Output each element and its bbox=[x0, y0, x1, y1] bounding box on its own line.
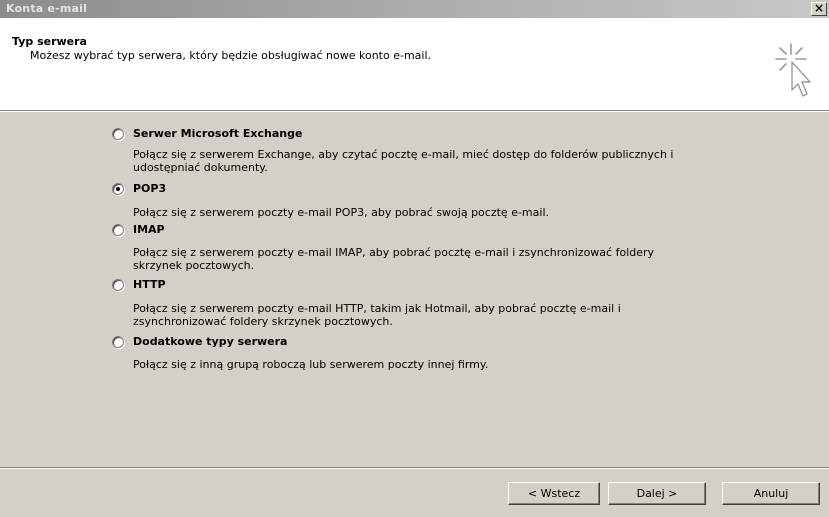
option-exchange-label: Serwer Microsoft Exchange bbox=[133, 127, 303, 140]
radio-additional[interactable] bbox=[112, 336, 124, 348]
option-pop3-label: POP3 bbox=[133, 182, 167, 195]
option-additional-description: Połącz się z inną grupą roboczą lub serw… bbox=[133, 358, 489, 371]
option-pop3-description: Połącz się z serwerem poczty e-mail POP3… bbox=[133, 206, 549, 219]
option-http-description: Połącz się z serwerem poczty e-mail HTTP… bbox=[133, 302, 621, 328]
back-button[interactable]: < Wstecz bbox=[508, 482, 600, 505]
wizard-header: Typ serwera Możesz wybrać typ serwera, k… bbox=[0, 18, 829, 110]
option-imap-description: Połącz się z serwerem poczty e-mail IMAP… bbox=[133, 246, 655, 272]
wizard-cursor-icon bbox=[775, 43, 811, 97]
next-button[interactable]: Dalej > bbox=[608, 482, 706, 505]
email-accounts-dialog: Konta e-mail × Typ serwera Możesz wybrać… bbox=[0, 0, 829, 517]
page-title: Typ serwera bbox=[12, 35, 87, 48]
window-title: Konta e-mail bbox=[6, 2, 88, 15]
option-exchange-description: Połącz się z serwerem Exchange, aby czyt… bbox=[133, 148, 674, 174]
option-additional-label: Dodatkowe typy serwera bbox=[133, 335, 288, 348]
option-imap-label: IMAP bbox=[133, 223, 165, 236]
radio-http[interactable] bbox=[112, 279, 124, 291]
close-icon: × bbox=[813, 1, 825, 15]
option-imap[interactable]: IMAP bbox=[112, 223, 212, 237]
header-separator-highlight bbox=[0, 111, 829, 112]
option-http-label: HTTP bbox=[133, 278, 166, 291]
option-exchange[interactable]: Serwer Microsoft Exchange bbox=[112, 127, 372, 141]
option-pop3[interactable]: POP3 bbox=[112, 182, 212, 196]
option-http[interactable]: HTTP bbox=[112, 278, 212, 292]
cancel-button[interactable]: Anuluj bbox=[722, 482, 820, 505]
page-subtitle: Możesz wybrać typ serwera, który będzie … bbox=[30, 49, 432, 62]
radio-exchange[interactable] bbox=[112, 128, 124, 140]
radio-imap[interactable] bbox=[112, 224, 124, 236]
title-bar: Konta e-mail × bbox=[0, 0, 829, 18]
radio-selected-dot bbox=[116, 187, 120, 191]
option-additional[interactable]: Dodatkowe typy serwera bbox=[112, 335, 372, 349]
close-button[interactable]: × bbox=[811, 2, 827, 16]
footer-separator-highlight bbox=[0, 468, 829, 469]
radio-pop3[interactable] bbox=[112, 183, 124, 195]
